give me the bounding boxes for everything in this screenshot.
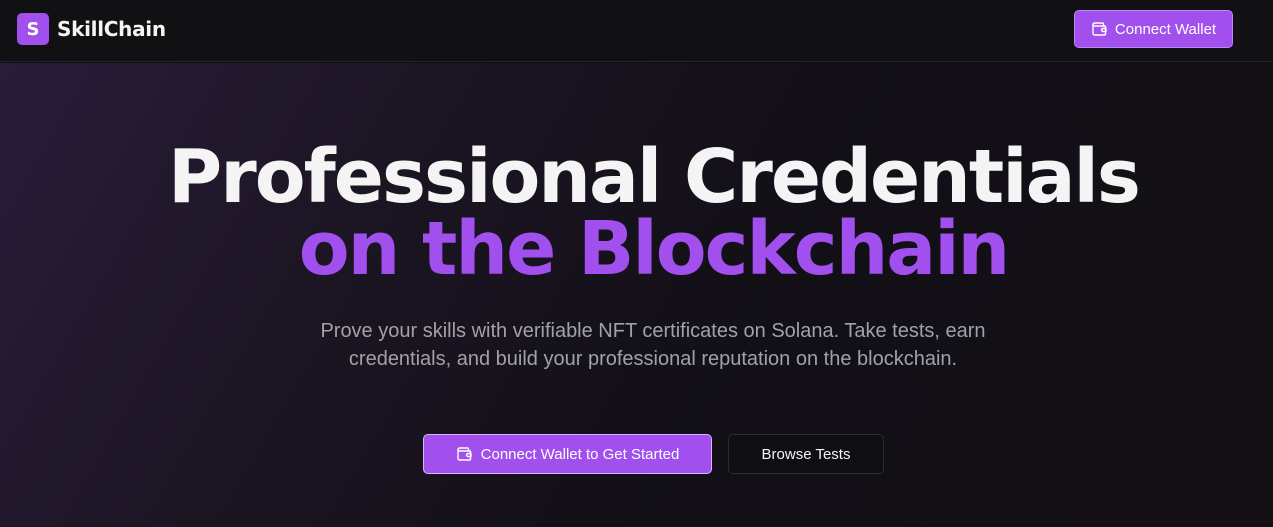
brand-name: SkillChain xyxy=(57,17,166,41)
brand[interactable]: S SkillChain xyxy=(17,13,166,45)
connect-wallet-get-started-button[interactable]: Connect Wallet to Get Started xyxy=(423,434,712,474)
wallet-icon xyxy=(456,447,472,461)
browse-tests-button[interactable]: Browse Tests xyxy=(728,434,884,474)
primary-cta-label: Connect Wallet to Get Started xyxy=(480,445,680,463)
connect-wallet-button[interactable]: Connect Wallet xyxy=(1074,10,1233,48)
connect-wallet-label: Connect Wallet xyxy=(1114,20,1217,38)
hero-subtitle: Prove your skills with verifiable NFT ce… xyxy=(320,320,986,370)
cta-row: Connect Wallet to Get Started Browse Tes… xyxy=(423,434,884,474)
headline-line-1: Professional Credentials xyxy=(168,134,1141,220)
hero-headline: Professional Credentials on the Blockcha… xyxy=(0,134,1273,292)
logo-mark: S xyxy=(17,13,49,45)
hero-section: Professional Credentials on the Blockcha… xyxy=(0,63,1273,527)
page: S SkillChain Connect Wallet Professional… xyxy=(0,0,1273,527)
wallet-icon xyxy=(1092,22,1107,36)
top-navbar: S SkillChain Connect Wallet xyxy=(0,0,1273,62)
headline-line-2: on the Blockchain xyxy=(298,206,1011,292)
